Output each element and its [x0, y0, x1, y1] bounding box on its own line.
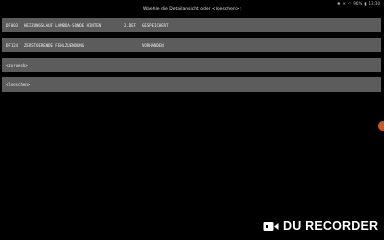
fault-description: ZERSTOERENDE FEHLZUENDUNG	[24, 42, 85, 48]
status-bar: ✱ ✕ ◠ 96% ▮ 13:30	[0, 0, 384, 7]
floating-recorder-handle[interactable]	[378, 121, 384, 131]
fault-code: DF003	[6, 22, 19, 28]
fault-status: GESPEICHERT	[142, 22, 169, 28]
page-title: Waehle die Detailansicht oder <loeschen>…	[142, 7, 242, 12]
battery-percent: 96%	[353, 1, 363, 6]
delete-button[interactable]: <loeschen>	[2, 77, 381, 92]
list-item-df003[interactable]: DF003 HEIZUNGSLAUF LAMBDA-SONDE HINTEN 2…	[2, 18, 381, 32]
video-camera-icon	[263, 221, 279, 231]
fault-description: HEIZUNGSLAUF LAMBDA-SONDE HINTEN	[24, 22, 102, 28]
clock: 13:30	[368, 1, 380, 6]
battery-icon: ▮	[364, 1, 367, 6]
delete-label: <loeschen>	[6, 82, 31, 87]
mute-icon: ✕	[342, 1, 346, 6]
fault-status: VORHANDEN	[142, 42, 164, 48]
watermark-text: DU RECORDER	[283, 219, 379, 233]
back-label: <zurueck>	[6, 62, 28, 68]
list-item-df124[interactable]: DF124 ZERSTOERENDE FEHLZUENDUNG VORHANDE…	[2, 38, 381, 52]
bluetooth-icon: ✱	[337, 1, 341, 6]
status-icons: ✱ ✕ ◠ 96% ▮ 13:30	[337, 0, 380, 7]
fault-code: DF124	[6, 42, 19, 48]
fault-value: 2.DEF	[124, 22, 137, 28]
back-button[interactable]: <zurueck>	[2, 58, 381, 72]
recorder-watermark: DU RECORDER	[263, 219, 378, 233]
wifi-icon: ◠	[347, 1, 352, 6]
